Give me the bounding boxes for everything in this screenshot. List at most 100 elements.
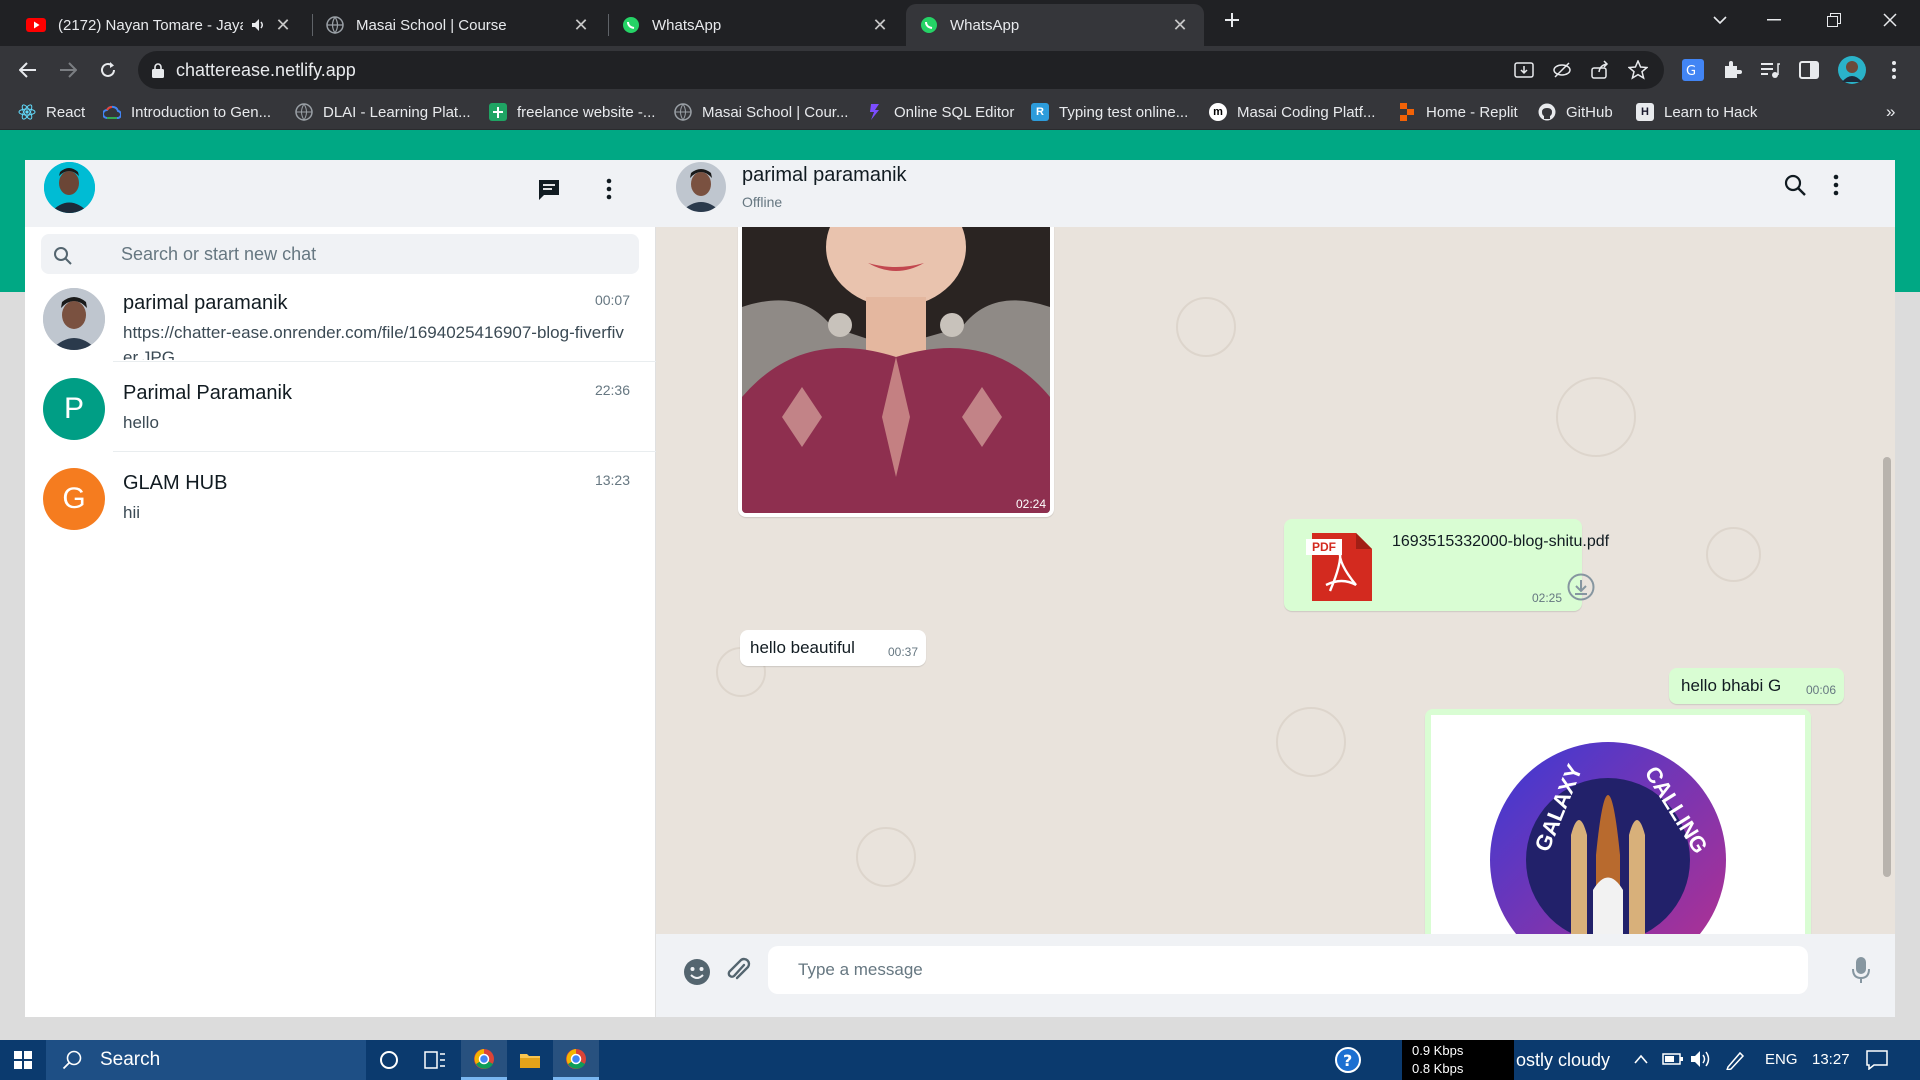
contact-avatar: P: [43, 378, 105, 440]
bookmark-freelance[interactable]: freelance website -...: [489, 102, 655, 122]
message-scrollbar[interactable]: [1883, 457, 1891, 877]
close-window-button[interactable]: [1862, 0, 1918, 40]
side-panel-icon[interactable]: [1797, 58, 1821, 82]
bookmarks-overflow-button[interactable]: »: [1886, 102, 1895, 122]
emoji-icon[interactable]: [683, 958, 711, 986]
my-avatar[interactable]: [44, 162, 95, 213]
chat-name: Parimal Paramanik: [123, 382, 292, 404]
file-name: 1693515332000-blog-shitu.pdf: [1392, 533, 1610, 550]
text-message[interactable]: hello beautiful 00:37: [740, 630, 926, 666]
weather-text[interactable]: ostly cloudy: [1516, 1050, 1610, 1071]
chat-last-message: hello: [123, 413, 159, 432]
menu-dots-icon[interactable]: [606, 178, 612, 200]
chat-sidebar: parimal paramanik 00:07 https://chatter-…: [25, 160, 656, 1017]
google-sheets-icon: [489, 103, 507, 121]
bookmark-react[interactable]: React: [18, 102, 85, 122]
search-input[interactable]: [121, 234, 621, 274]
conversation-header[interactable]: parimal paramanik Offline: [656, 160, 1895, 227]
cortana-icon[interactable]: [366, 1040, 412, 1080]
profile-avatar[interactable]: [1838, 56, 1866, 84]
lock-icon[interactable]: [152, 62, 164, 78]
message-time: 00:06: [1805, 683, 1836, 697]
image-message[interactable]: GALAXY CALLING: [1425, 709, 1811, 934]
battery-icon[interactable]: [1662, 1052, 1684, 1066]
chrome-taskbar-icon[interactable]: [553, 1040, 599, 1080]
windows-taskbar: Search ? 0.9 Kbps 0.8 Kbps ostly cloudy …: [0, 1040, 1920, 1080]
language-indicator[interactable]: ENG: [1765, 1051, 1798, 1068]
translate-extension-icon[interactable]: G: [1681, 58, 1705, 82]
menu-dots-icon[interactable]: [1833, 174, 1839, 196]
tab-title: WhatsApp: [652, 16, 722, 34]
bookmark-github[interactable]: GitHub: [1538, 102, 1613, 122]
speaker-icon[interactable]: [251, 18, 265, 32]
attach-icon[interactable]: [725, 956, 751, 986]
message-list: 02:24 PDF 1693515332000-blog-shitu.pdf 0…: [656, 227, 1895, 934]
chat-list-item[interactable]: G GLAM HUB 13:23 hii: [25, 454, 656, 542]
contact-status: Offline: [742, 194, 783, 210]
bookmarks-bar: React Introduction to Gen... DLAI - Lear…: [0, 94, 1920, 130]
galaxy-calling-image: GALAXY CALLING: [1431, 715, 1805, 934]
extensions-puzzle-icon[interactable]: [1720, 58, 1744, 82]
masai-icon: m: [1209, 103, 1227, 121]
volume-icon[interactable]: [1690, 1050, 1712, 1068]
bookmark-masai-school[interactable]: Masai School | Cour...: [674, 102, 848, 122]
share-icon[interactable]: [1590, 60, 1610, 80]
message-input[interactable]: [798, 946, 1778, 994]
bookmark-intro-gen[interactable]: Introduction to Gen...: [103, 102, 271, 122]
chrome-menu-icon[interactable]: [1882, 58, 1906, 82]
help-icon[interactable]: ?: [1325, 1040, 1371, 1080]
contact-avatar[interactable]: [676, 162, 726, 212]
tab-masai-school[interactable]: Masai School | Course ✕: [312, 4, 605, 46]
file-message[interactable]: PDF 1693515332000-blog-shitu.pdf 02:25: [1284, 519, 1609, 611]
taskbar-search-box[interactable]: Search: [46, 1040, 366, 1080]
eye-off-icon[interactable]: [1552, 60, 1572, 80]
tab-whatsapp-1[interactable]: WhatsApp ✕: [608, 4, 904, 46]
bookmark-label: Online SQL Editor: [894, 103, 1015, 121]
text-message[interactable]: hello bhabi G 00:06: [1669, 668, 1844, 704]
chat-list-item[interactable]: parimal paramanik 00:07 https://chatter-…: [25, 274, 656, 362]
download-icon[interactable]: [1567, 573, 1595, 601]
address-bar[interactable]: chatterease.netlify.app: [138, 51, 1664, 89]
bookmark-dlai[interactable]: DLAI - Learning Plat...: [295, 102, 471, 122]
reload-button[interactable]: [94, 56, 122, 84]
url-text: chatterease.netlify.app: [176, 59, 356, 80]
clock-time[interactable]: 13:27: [1812, 1051, 1850, 1068]
tab-close-icon[interactable]: ✕: [273, 15, 293, 36]
image-message[interactable]: 02:24: [738, 227, 1054, 517]
media-control-icon[interactable]: [1758, 58, 1782, 82]
tab-whatsapp-2[interactable]: WhatsApp ✕: [906, 4, 1204, 46]
task-view-icon[interactable]: [412, 1040, 458, 1080]
forward-button[interactable]: [54, 56, 82, 84]
star-icon[interactable]: [1628, 60, 1648, 80]
message-time: 00:37: [887, 645, 918, 659]
bookmark-masai-coding[interactable]: m Masai Coding Platf...: [1209, 102, 1375, 122]
chat-list-item[interactable]: P Parimal Paramanik 22:36 hello: [25, 364, 656, 452]
bookmark-sql-editor[interactable]: Online SQL Editor: [866, 102, 1014, 122]
whatsapp-icon: [622, 16, 640, 34]
install-app-icon[interactable]: [1514, 60, 1534, 80]
tab-close-icon[interactable]: ✕: [1170, 15, 1190, 36]
bookmark-replit[interactable]: Home - Replit: [1398, 102, 1518, 122]
tab-youtube[interactable]: (2172) Nayan Tomare - Jayati ✕: [12, 4, 307, 46]
new-chat-icon[interactable]: [537, 178, 561, 202]
windows-start-icon[interactable]: [0, 1040, 46, 1080]
file-explorer-icon[interactable]: [507, 1040, 553, 1080]
back-button[interactable]: [14, 56, 42, 84]
tab-search-chevron-icon[interactable]: [1692, 0, 1748, 40]
chevron-up-icon[interactable]: [1634, 1054, 1648, 1064]
search-icon[interactable]: [1784, 174, 1806, 196]
tab-close-icon[interactable]: ✕: [870, 15, 890, 36]
bookmark-typing-test[interactable]: R Typing test online...: [1031, 102, 1188, 122]
new-tab-button[interactable]: [1208, 0, 1256, 40]
restore-button[interactable]: [1806, 0, 1862, 40]
bookmark-learn-to-hack[interactable]: H Learn to Hack: [1636, 102, 1757, 122]
pdf-file-icon: PDF: [1306, 533, 1372, 601]
microphone-icon[interactable]: [1852, 956, 1870, 984]
tab-close-icon[interactable]: ✕: [571, 15, 591, 36]
contact-avatar: [43, 288, 105, 350]
chrome-taskbar-icon[interactable]: [461, 1040, 507, 1080]
notifications-icon[interactable]: [1866, 1050, 1888, 1070]
pen-icon[interactable]: [1725, 1050, 1747, 1070]
minimize-button[interactable]: [1746, 0, 1802, 40]
upload-speed: 0.9 Kbps: [1412, 1043, 1464, 1058]
